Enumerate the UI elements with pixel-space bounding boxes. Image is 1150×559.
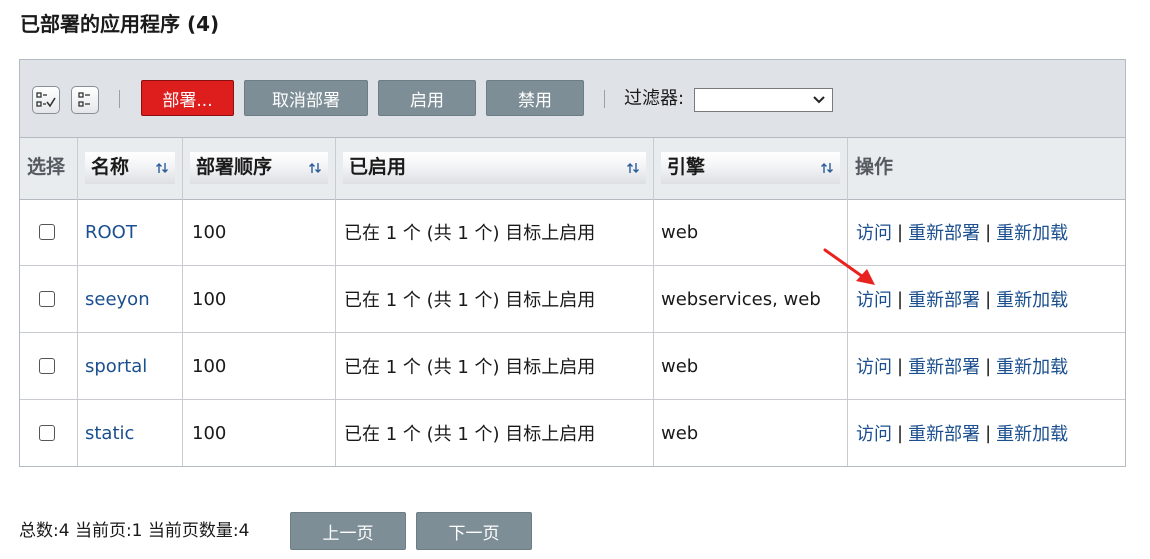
enabled-status: 已在 1 个 (共 1 个) 目标上启用 [344,357,596,378]
engine: web [661,355,699,377]
select-all-icon[interactable] [32,86,60,114]
table-row: ROOT 100 已在 1 个 (共 1 个) 目标上启用 web 访问 | 重新部… [20,199,1125,266]
enable-button[interactable]: 启用 [378,80,476,116]
table-row: seeyon 100 已在 1 个 (共 1 个) 目标上启用 webservi… [20,266,1125,333]
enabled-status: 已在 1 个 (共 1 个) 目标上启用 [344,290,596,311]
header-enabled-label: 已启用 [349,156,407,178]
visit-link[interactable]: 访问 [856,286,892,312]
sort-icon[interactable] [819,160,835,176]
disable-button[interactable]: 禁用 [486,80,584,116]
redeploy-link[interactable]: 重新部署 [908,286,980,312]
page-title: 已部署的应用程序 (4) [20,12,220,36]
deploy-order: 100 [192,221,227,243]
pagination-summary: 总数:4 当前页:1 当前页数量:4 [19,521,250,541]
table-row: sportal 100 已在 1 个 (共 1 个) 目标上启用 web 访问 |… [20,333,1125,400]
table-header: 选择 名称 部署顺序 已启用 引擎 操作 [20,138,1125,200]
chevron-down-icon [813,96,825,104]
redeploy-link[interactable]: 重新部署 [908,219,980,245]
next-page-button[interactable]: 下一页 [416,512,532,550]
table-body: ROOT 100 已在 1 个 (共 1 个) 目标上启用 web 访问 | 重新部… [20,199,1125,466]
toolbar-divider [119,90,120,108]
sort-icon[interactable] [154,160,170,176]
header-actions-label: 操作 [855,156,894,178]
deselect-all-icon[interactable] [71,86,99,114]
visit-link[interactable]: 访问 [856,353,892,379]
deploy-order: 100 [192,355,227,377]
engine: web [661,221,699,243]
visit-link[interactable]: 访问 [856,420,892,446]
sort-icon[interactable] [307,160,323,176]
undeploy-button[interactable]: 取消部署 [244,80,368,116]
header-enabled[interactable]: 已启用 [336,138,654,199]
redeploy-link[interactable]: 重新部署 [908,353,980,379]
header-order-label: 部署顺序 [196,156,273,178]
row-checkbox[interactable] [39,425,55,441]
applications-panel: 部署... 取消部署 启用 禁用 过滤器: 选择 名称 部署顺序 已启用 引擎 … [19,59,1126,467]
annotation-arrow-icon [823,248,875,285]
header-actions: 操作 [848,138,1125,199]
header-engine-label: 引擎 [667,156,706,178]
engine: webservices, web [661,288,821,310]
redeploy-link[interactable]: 重新部署 [908,420,980,446]
reload-link[interactable]: 重新加载 [996,353,1068,379]
enabled-status: 已在 1 个 (共 1 个) 目标上启用 [344,424,596,445]
reload-link[interactable]: 重新加载 [996,286,1068,312]
header-order[interactable]: 部署顺序 [183,138,336,199]
filter-label: 过滤器: [624,88,685,109]
header-select-label: 选择 [27,156,66,178]
row-checkbox[interactable] [39,224,55,240]
deploy-order: 100 [192,288,227,310]
engine: web [661,422,699,444]
sort-icon[interactable] [625,160,641,176]
reload-link[interactable]: 重新加载 [996,420,1068,446]
header-select: 选择 [20,138,78,199]
filter-select[interactable] [694,88,833,112]
toolbar-divider [604,90,605,108]
header-engine[interactable]: 引擎 [654,138,848,199]
header-name-label: 名称 [91,156,130,178]
app-name-link[interactable]: ROOT [85,222,137,243]
row-checkbox[interactable] [39,358,55,374]
deploy-button[interactable]: 部署... [141,80,234,116]
app-name-link[interactable]: sportal [85,356,147,377]
deploy-order: 100 [192,422,227,444]
app-name-link[interactable]: static [85,423,134,444]
row-checkbox[interactable] [39,291,55,307]
app-name-link[interactable]: seeyon [85,289,150,310]
enabled-status: 已在 1 个 (共 1 个) 目标上启用 [344,223,596,244]
reload-link[interactable]: 重新加载 [996,219,1068,245]
toolbar: 部署... 取消部署 启用 禁用 过滤器: [20,60,1125,138]
prev-page-button[interactable]: 上一页 [290,512,406,550]
visit-link[interactable]: 访问 [856,219,892,245]
table-row: static 100 已在 1 个 (共 1 个) 目标上启用 web 访问 | 重… [20,400,1125,466]
header-name[interactable]: 名称 [78,138,183,199]
